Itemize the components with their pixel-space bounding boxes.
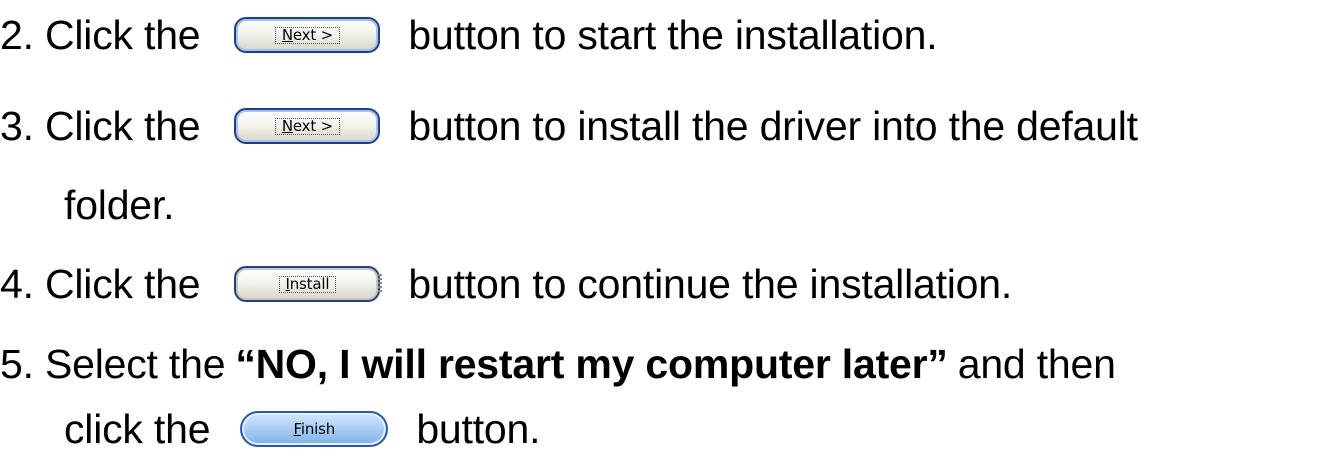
step-5-emphasis: “NO, I will restart my computer later” bbox=[235, 340, 948, 387]
finish-button-image: Finish bbox=[240, 411, 389, 447]
step-5-continuation: click the Finish button. bbox=[64, 399, 540, 459]
step-4-prefix: 4. Click the bbox=[0, 260, 201, 307]
step-5-continuation-suffix: button. bbox=[416, 405, 541, 452]
step-5-continuation-prefix: click the bbox=[64, 405, 211, 452]
step-2-suffix: button to start the installation. bbox=[408, 11, 938, 58]
next-button-caption: Next > bbox=[274, 117, 340, 135]
step-5-prefix: 5. Select the bbox=[0, 340, 226, 387]
step-3-prefix: 3. Click the bbox=[0, 102, 201, 149]
next-button-caption: Next > bbox=[274, 26, 340, 44]
finish-button-caption: Finish bbox=[293, 419, 336, 438]
step-2-prefix: 2. Click the bbox=[0, 11, 201, 58]
step-5-suffix: and then bbox=[957, 340, 1116, 387]
next-button-image: Next > bbox=[234, 17, 381, 53]
step-3-continuation: folder. bbox=[64, 181, 175, 228]
install-button-image: Install bbox=[234, 266, 383, 302]
step-4-line: 4. Click the Install button to continue … bbox=[0, 254, 1012, 314]
next-button-image: Next > bbox=[234, 108, 381, 144]
install-button-caption: Install bbox=[278, 275, 337, 293]
step-3-line: 3. Click the Next > button to install th… bbox=[0, 96, 1138, 156]
step-2-line: 2. Click the Next > button to start the … bbox=[0, 5, 938, 65]
step-4-suffix: button to continue the installation. bbox=[408, 260, 1013, 307]
step-5-line: 5. Select the “NO, I will restart my com… bbox=[0, 334, 1116, 394]
step-3-suffix: button to install the driver into the de… bbox=[408, 102, 1138, 149]
